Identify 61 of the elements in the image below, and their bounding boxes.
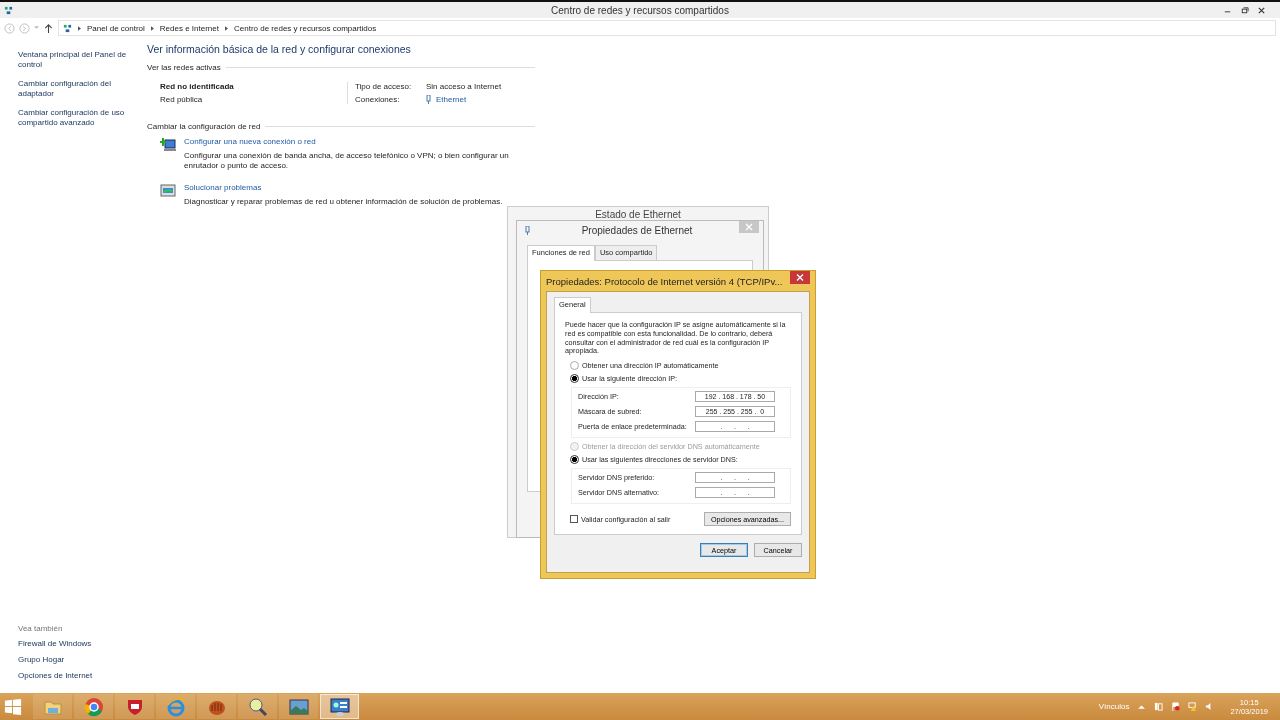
chevron-icon [78, 25, 81, 31]
network-icon [63, 23, 72, 33]
device-icon[interactable] [1154, 702, 1164, 711]
chevron-icon [150, 25, 154, 31]
connections-label: Conexiones: [355, 95, 401, 104]
task-link[interactable]: Configurar una nueva conexión o red [184, 137, 524, 147]
troubleshoot-icon [160, 183, 176, 199]
flag-icon[interactable] [1171, 702, 1181, 711]
network-icon [4, 5, 13, 15]
chevron-up-icon[interactable] [1137, 702, 1147, 711]
see-also-link[interactable]: Opciones de Internet [18, 671, 147, 681]
task-description: Diagnosticar y reparar problemas de red u obtener información de solución de problemas. [184, 197, 504, 207]
shield-taskbar-button[interactable] [115, 694, 154, 719]
task-description: Configurar una conexión de banda ancha, de acceso telefónico o VPN; o bien configurar un enrutador o punto de acceso. [184, 151, 510, 171]
page-heading: Ver información básica de la red y configurar conexiones [147, 43, 412, 55]
section-heading: Ver las redes activas [147, 63, 221, 72]
dialog-title: Propiedades: Protocolo de Internet versión 4 (TCP/IPv... [546, 275, 784, 287]
breadcrumb-item[interactable]: Redes e Internet [159, 23, 219, 33]
new-connection-icon [160, 137, 176, 153]
section-heading: Cambiar la configuración de red [147, 122, 261, 131]
magnifier-taskbar-button[interactable] [238, 694, 277, 719]
browser-e-icon [165, 696, 186, 717]
task-link[interactable]: Solucionar problemas [184, 183, 524, 193]
network-type[interactable]: Red pública [160, 95, 347, 104]
checkbox[interactable] [570, 515, 578, 524]
chevron-icon [225, 25, 228, 31]
close-icon[interactable] [1257, 5, 1266, 15]
see-also-heading: Vea también [18, 624, 64, 633]
network-name: Red no identificada [160, 82, 235, 91]
see-also-link[interactable]: Grupo Hogar [18, 655, 147, 665]
network-warning-icon[interactable] [1188, 702, 1198, 711]
control-panel-taskbar-button[interactable] [320, 694, 359, 719]
ethernet-icon [426, 95, 431, 104]
window-title: Centro de redes y recursos compartidos [551, 4, 729, 16]
close-icon[interactable] [790, 271, 810, 284]
magnifier-icon [247, 696, 268, 717]
breadcrumb-item[interactable]: Centro de redes y recursos compartidos [234, 23, 377, 33]
up-arrow-icon[interactable] [43, 22, 54, 34]
control-panel-icon [329, 696, 350, 717]
radio-button[interactable] [570, 374, 579, 384]
ethernet-link[interactable]: Ethernet [436, 95, 467, 104]
dialog-title: Estado de Ethernet [595, 209, 681, 220]
dialog-title: Propiedades de Ethernet [580, 224, 694, 236]
image-icon [288, 696, 309, 717]
sidebar-link[interactable]: Cambiar configuración de uso compartido avanzado [18, 108, 147, 128]
start-icon[interactable] [4, 697, 22, 716]
address-bar[interactable]: Panel de control Redes e Internet Centro de redes y recursos compartidos [58, 20, 1276, 36]
radio-button[interactable] [570, 455, 579, 465]
see-also-link[interactable]: Firewall de Windows [18, 639, 147, 649]
access-type-value: Sin acceso a Internet [426, 82, 502, 91]
breadcrumb-item[interactable]: Panel de control [87, 23, 145, 33]
browser-taskbar-button[interactable] [74, 694, 113, 719]
restore-icon[interactable] [1240, 5, 1249, 15]
browser-icon [83, 696, 104, 717]
glove-taskbar-button[interactable] [197, 694, 236, 719]
folder-taskbar-button[interactable] [33, 694, 72, 719]
sidebar-link[interactable]: Cambiar configuración del adaptador [18, 79, 147, 99]
sidebar-link[interactable]: Ventana principal del Panel de control [18, 50, 147, 70]
access-type-label: Tipo de acceso: [355, 82, 413, 91]
ethernet-icon [525, 225, 530, 235]
radio-button[interactable] [570, 361, 579, 371]
